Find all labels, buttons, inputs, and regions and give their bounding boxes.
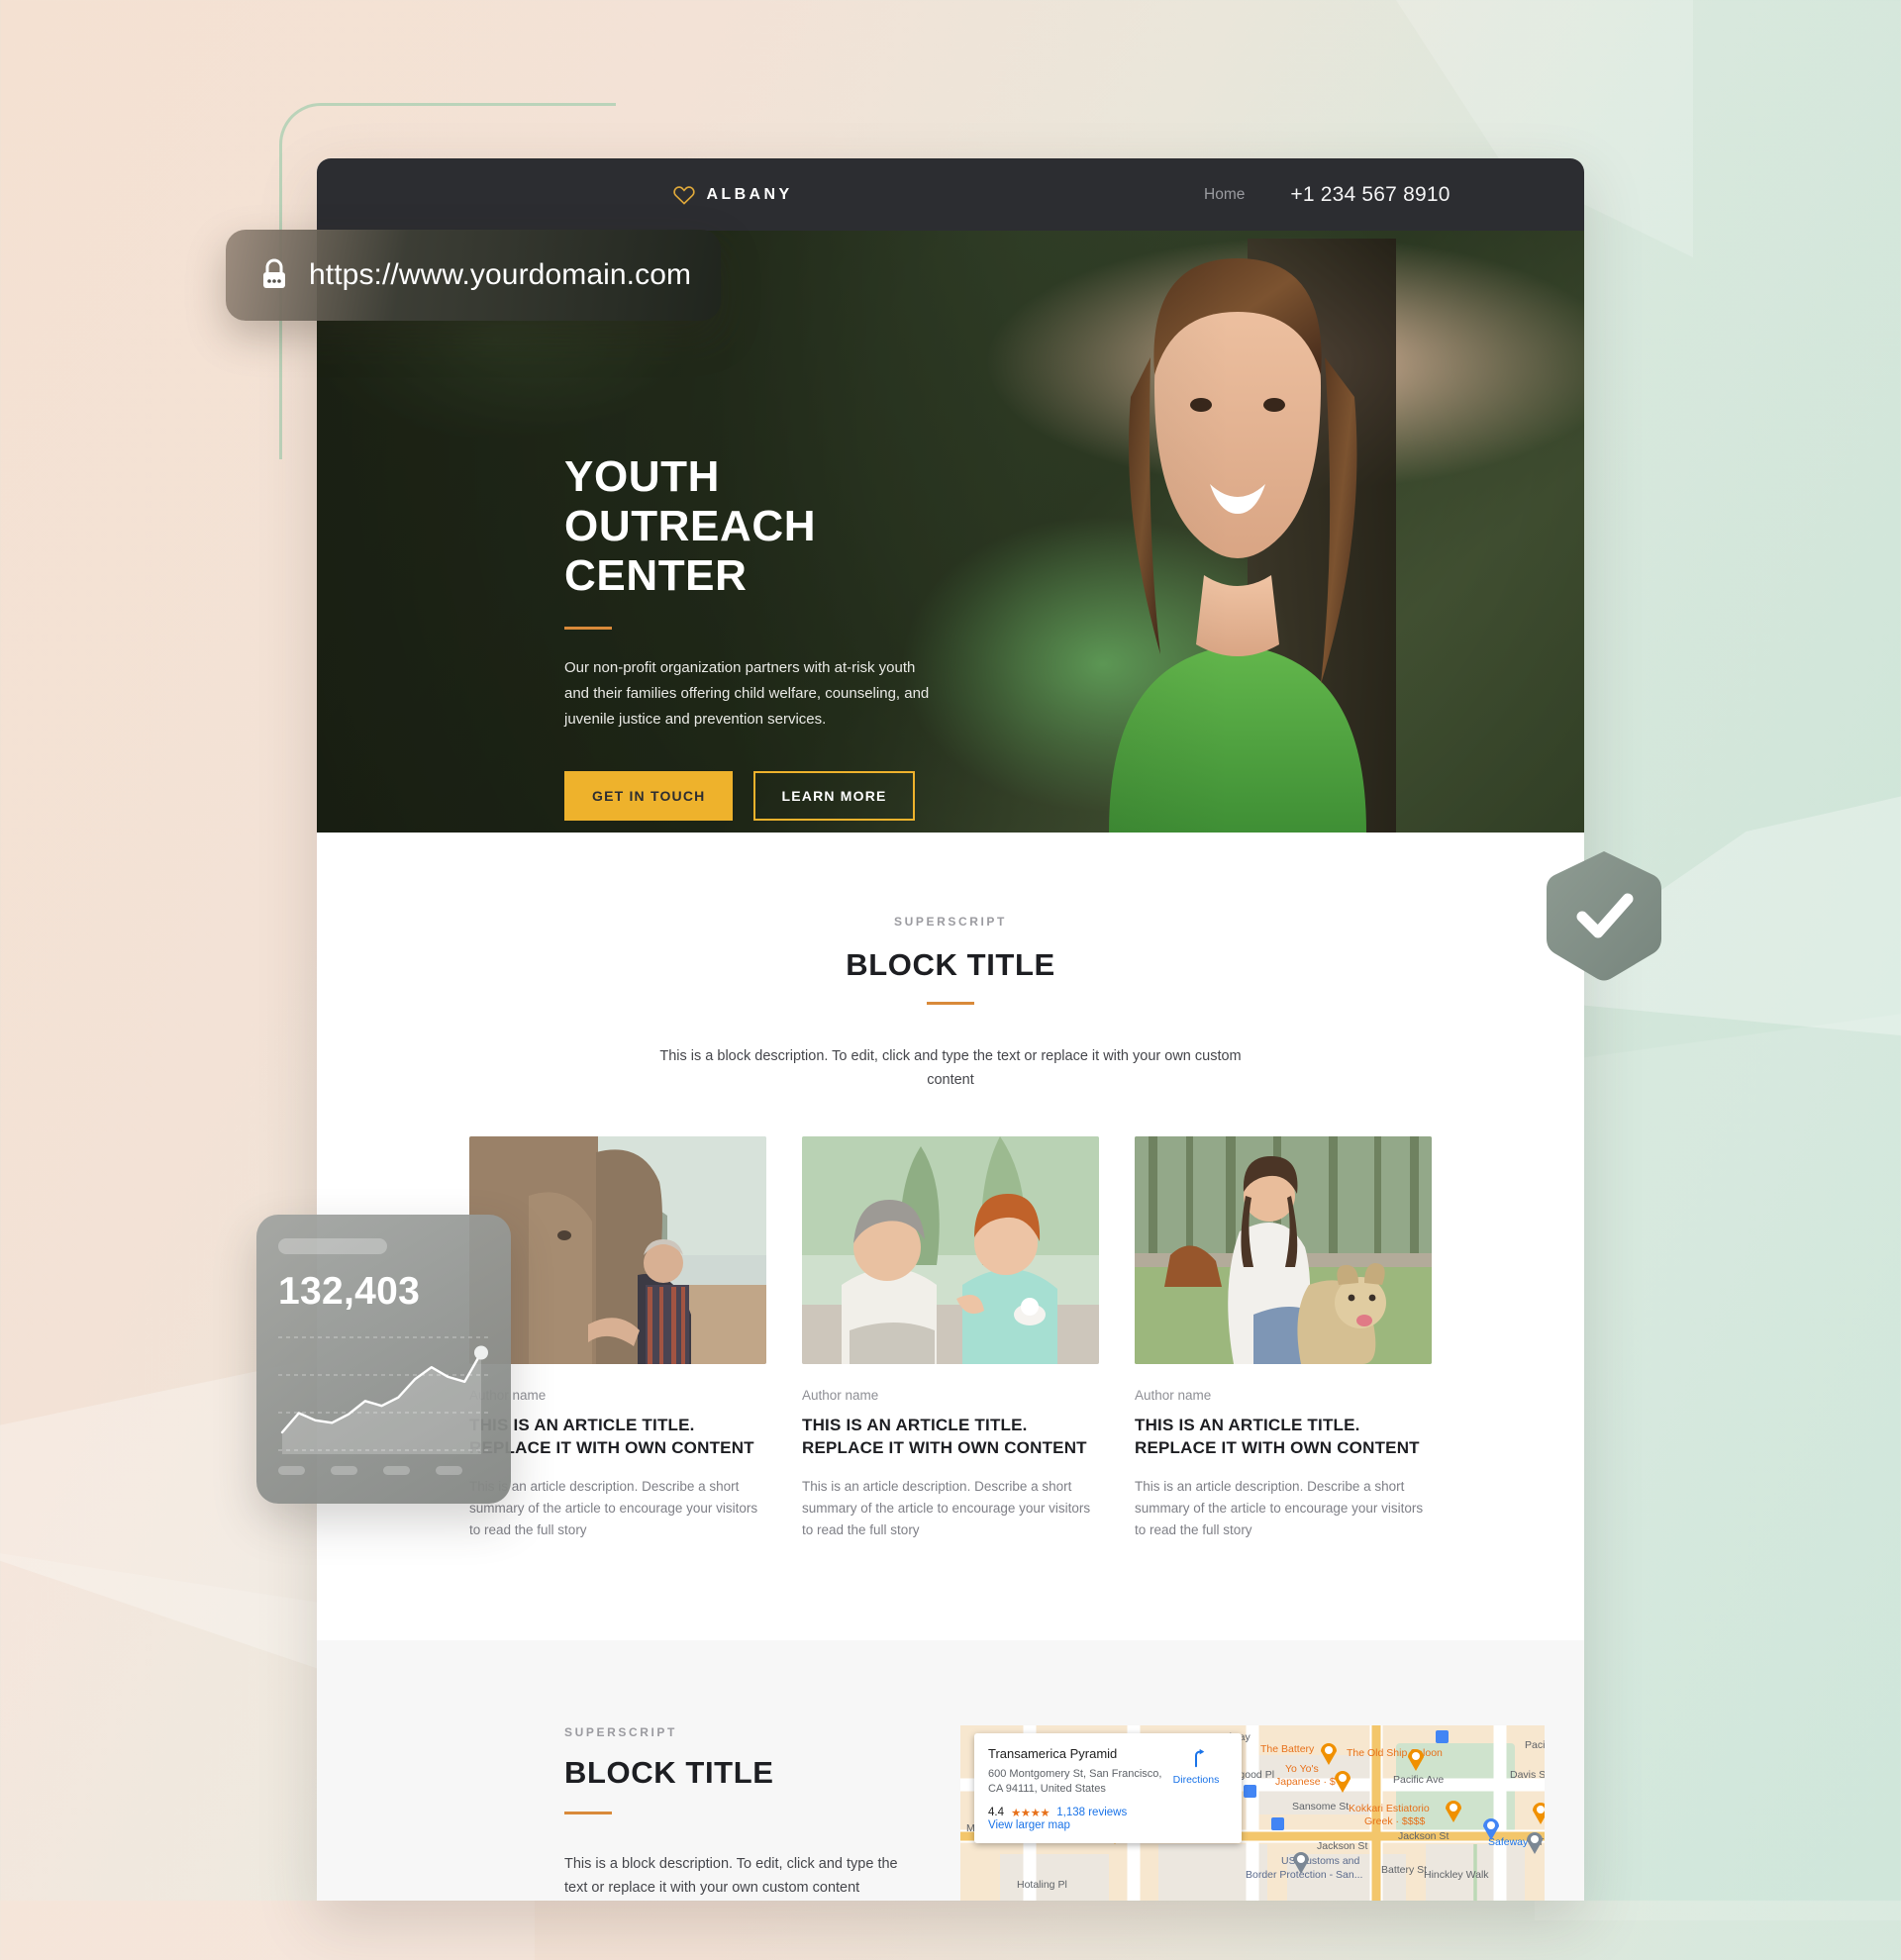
directions-icon: [1194, 1748, 1205, 1768]
contact-title: BLOCK TITLE: [564, 1755, 774, 1790]
article-image-girl-with-dog: [1135, 1136, 1432, 1364]
stats-value: 132,403: [278, 1270, 421, 1313]
articles-description: This is a block description. To edit, cl…: [659, 1048, 1242, 1088]
stats-chart-svg: [278, 1336, 489, 1454]
article-image-two-women: [802, 1136, 1099, 1364]
hero-buttons: GET IN TOUCH LEARN MORE: [564, 771, 980, 821]
stats-footer-bar: [278, 1466, 305, 1475]
learn-more-button[interactable]: LEARN MORE: [753, 771, 915, 821]
lock-icon: [263, 258, 285, 288]
stats-footer-bars: [278, 1466, 489, 1475]
contact-description: This is a block description. To edit, cl…: [564, 1856, 898, 1896]
map-place-card: Transamerica Pyramid 600 Montgomery St, …: [974, 1733, 1242, 1843]
article-author: Author name: [802, 1388, 879, 1403]
heart-icon: [673, 186, 695, 205]
contact-section: SUPERSCRIPT BLOCK TITLE This is a block …: [317, 1640, 1584, 1901]
articles-title: BLOCK TITLE: [846, 947, 1055, 982]
background-shape-right-bottom: [1535, 1010, 1901, 1920]
map-rating-stars: ★★★★: [1011, 1808, 1051, 1819]
view-larger-map-link[interactable]: View larger map: [988, 1819, 1070, 1831]
articles-superscript: SUPERSCRIPT: [894, 915, 1007, 929]
shield-check-badge: [1547, 851, 1661, 981]
hero-title: YOUTH OUTREACH CENTER: [564, 452, 980, 601]
article-author: Author name: [1135, 1388, 1212, 1403]
directions-label: Directions: [1172, 1774, 1220, 1786]
contact-superscript: SUPERSCRIPT: [564, 1725, 677, 1739]
header-phone[interactable]: +1 234 567 8910: [1290, 183, 1450, 207]
articles-accent-rule: [927, 1002, 974, 1005]
contact-text-column: SUPERSCRIPT BLOCK TITLE This is a block …: [564, 1725, 921, 1901]
article-card[interactable]: Author name THIS IS AN ARTICLE TITLE. RE…: [1135, 1136, 1432, 1541]
hero-description: Our non-profit organization partners wit…: [564, 659, 930, 728]
contact-accent-rule: [564, 1812, 612, 1814]
article-title[interactable]: THIS IS AN ARTICLE TITLE. REPLACE IT WIT…: [469, 1414, 766, 1459]
hero-content: YOUTH OUTREACH CENTER Our non-profit org…: [564, 452, 980, 821]
browser-window: ALBANY Home +1 234 567 8910 YOUTH OUTREA…: [317, 158, 1584, 1901]
map-review-count[interactable]: 1,138 reviews: [1056, 1807, 1127, 1818]
url-text: https://www.yourdomain.com: [309, 258, 692, 291]
article-image-elephant: [469, 1136, 766, 1364]
article-card[interactable]: Author name THIS IS AN ARTICLE TITLE. RE…: [802, 1136, 1099, 1541]
stats-footer-bar: [331, 1466, 357, 1475]
google-map[interactable]: BroadwayOsgood PlThe BatteryThe Old Ship…: [960, 1725, 1545, 1901]
hero-section: YOUTH OUTREACH CENTER Our non-profit org…: [317, 231, 1584, 833]
articles-header: SUPERSCRIPT BLOCK TITLE This is a block …: [317, 915, 1584, 1092]
stats-footer-bar: [383, 1466, 410, 1475]
site-header: ALBANY Home +1 234 567 8910: [317, 158, 1584, 231]
brand-logo[interactable]: ALBANY: [672, 184, 792, 205]
map-rating-score: 4.4: [988, 1807, 1004, 1818]
get-in-touch-button[interactable]: GET IN TOUCH: [564, 771, 734, 821]
hero-title-line-2: CENTER: [564, 551, 748, 600]
article-body: This is an article description. Describe…: [802, 1479, 1091, 1537]
site-nav: Home +1 234 567 8910: [1204, 183, 1451, 207]
article-author: Author name: [469, 1388, 547, 1403]
hero-accent-rule: [564, 627, 612, 630]
article-body: This is an article description. Describe…: [1135, 1479, 1424, 1537]
article-title[interactable]: THIS IS AN ARTICLE TITLE. REPLACE IT WIT…: [802, 1414, 1099, 1459]
article-title[interactable]: THIS IS AN ARTICLE TITLE. REPLACE IT WIT…: [1135, 1414, 1432, 1459]
nav-link-home[interactable]: Home: [1204, 186, 1245, 204]
shield-icon: [1547, 851, 1661, 981]
stats-placeholder-bar: [278, 1238, 387, 1254]
article-body: This is an article description. Describe…: [469, 1479, 758, 1537]
map-directions-button[interactable]: Directions: [1166, 1747, 1226, 1786]
stats-footer-bar: [436, 1466, 462, 1475]
url-bar-pill[interactable]: https://www.yourdomain.com: [226, 230, 721, 321]
map-place-rating: 4.4 ★★★★ 1,138 reviews: [988, 1806, 1228, 1819]
stats-widget: 132,403: [256, 1215, 511, 1504]
brand-name: ALBANY: [706, 185, 793, 203]
stats-line-chart: [278, 1327, 489, 1462]
article-card[interactable]: Author name THIS IS AN ARTICLE TITLE. RE…: [469, 1136, 766, 1541]
hero-title-line-1: YOUTH OUTREACH: [564, 452, 817, 550]
